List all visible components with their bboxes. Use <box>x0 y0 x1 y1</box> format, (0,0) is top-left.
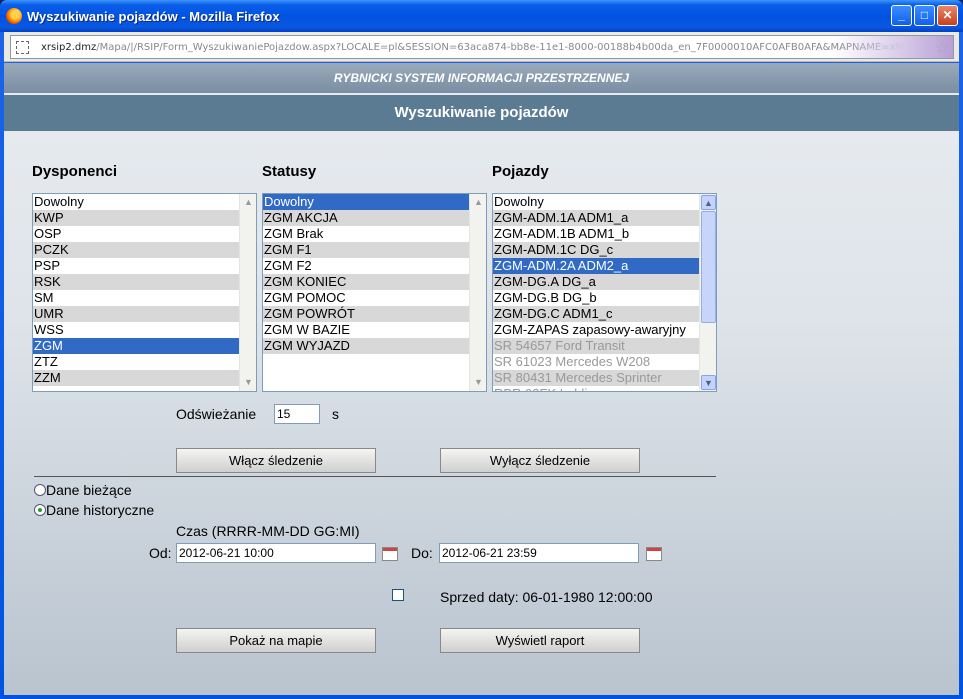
from-date-input[interactable]: 2012-06-21 10:00 <box>176 543 376 563</box>
since-date-checkbox[interactable] <box>392 589 404 601</box>
refresh-label: Odświeżanie <box>176 406 257 422</box>
list-item[interactable]: SM <box>33 290 239 306</box>
scroll-up-icon[interactable]: ▲ <box>471 195 486 210</box>
list-item[interactable]: ZGM F2 <box>263 258 469 274</box>
list-item[interactable]: WSS <box>33 322 239 338</box>
page-title: Wyszukiwanie pojazdów <box>4 95 959 131</box>
list-item[interactable]: ZGM KONIEC <box>263 274 469 290</box>
list-item[interactable]: Dowolny <box>33 194 239 210</box>
list-item[interactable]: SR 61023 Mercedes W208 <box>493 354 699 370</box>
url-text: xrsip2.dmz/Mapa/|/RSIP/Form_Wyszukiwanie… <box>41 42 954 53</box>
browser-window: Wyszukiwanie pojazdów - Mozilla Firefox … <box>0 0 963 699</box>
list-item[interactable]: ZGM-ADM.1A ADM1_a <box>493 210 699 226</box>
current-data-label: Dane bieżące <box>46 482 132 498</box>
maximize-button[interactable]: □ <box>914 5 935 26</box>
scrollbar[interactable]: ▲ ▼ <box>699 194 716 391</box>
list-item[interactable]: SR 80431 Mercedes Sprinter <box>493 370 699 386</box>
list-item[interactable]: RBR 03FK Lublin <box>493 386 699 391</box>
show-report-button[interactable]: Wyświetl raport <box>440 628 640 653</box>
scroll-down-icon[interactable]: ▼ <box>701 375 716 390</box>
dysponenci-listbox[interactable]: Dowolny KWP OSP PCZK PSP RSK SM UMR WSS ZGM ZTZ ZZM… <box>32 193 257 392</box>
divider <box>34 476 716 477</box>
show-on-map-button[interactable]: Pokaż na mapie <box>176 628 376 653</box>
scroll-down-icon[interactable]: ▼ <box>241 375 256 390</box>
close-button[interactable]: ✕ <box>937 5 958 26</box>
list-item[interactable]: SR 54657 Ford Transit <box>493 338 699 354</box>
list-item[interactable]: ZGM <box>33 338 239 354</box>
pojazdy-label: Pojazdy <box>492 163 549 180</box>
list-item[interactable]: ZGM POWRÓT <box>263 306 469 322</box>
list-item[interactable]: ZGM AKCJA <box>263 210 469 226</box>
scrollbar[interactable]: ▲ ▼ <box>239 194 256 391</box>
list-item[interactable]: PSP <box>33 258 239 274</box>
list-item[interactable]: ZGM-ADM.1C DG_c <box>493 242 699 258</box>
list-item[interactable]: KWP <box>33 210 239 226</box>
title-bar[interactable]: Wyszukiwanie pojazdów - Mozilla Firefox … <box>0 0 963 32</box>
calendar-icon[interactable] <box>646 547 662 561</box>
list-item[interactable]: ZGM-DG.C ADM1_c <box>493 306 699 322</box>
scroll-thumb[interactable] <box>701 211 716 323</box>
list-item[interactable]: Dowolny <box>263 194 469 210</box>
historic-data-radio[interactable] <box>34 504 46 516</box>
statusy-listbox[interactable]: Dowolny ZGM AKCJA ZGM Brak ZGM F1 ZGM F2 ZGM … <box>262 193 487 392</box>
list-item[interactable]: ZGM POMOC <box>263 290 469 306</box>
window-title: Wyszukiwanie pojazdów - Mozilla Firefox <box>27 9 280 24</box>
list-item[interactable]: RSK <box>33 274 239 290</box>
to-date-input[interactable]: 2012-06-21 23:59 <box>439 543 639 563</box>
refresh-unit: s <box>332 406 339 422</box>
statusy-label: Statusy <box>262 163 317 180</box>
minimize-button[interactable]: _ <box>891 5 912 26</box>
scroll-down-icon[interactable]: ▼ <box>471 375 486 390</box>
url-field[interactable]: xrsip2.dmz/Mapa/|/RSIP/Form_Wyszukiwanie… <box>10 35 954 59</box>
list-item[interactable]: ZGM-DG.A DG_a <box>493 274 699 290</box>
list-item[interactable]: ZGM WYJAZD <box>263 338 469 354</box>
firefox-icon <box>6 8 22 24</box>
list-item[interactable]: OSP <box>33 226 239 242</box>
list-item[interactable]: ZGM-ZAPAS zapasowy-awaryjny <box>493 322 699 338</box>
list-item[interactable]: ZGM F1 <box>263 242 469 258</box>
page-content: RYBNICKI SYSTEM INFORMACJI PRZESTRZENNEJ… <box>4 63 959 695</box>
scroll-up-icon[interactable]: ▲ <box>701 195 716 210</box>
track-off-button[interactable]: Wyłącz śledzenie <box>440 448 640 473</box>
from-label: Od: <box>149 545 172 561</box>
refresh-input[interactable]: 15 <box>274 404 320 424</box>
pojazdy-listbox[interactable]: Dowolny ZGM-ADM.1A ADM1_a ZGM-ADM.1B ADM1_… <box>492 193 717 392</box>
list-item[interactable]: ZGM-ADM.2A ADM2_a <box>493 258 699 274</box>
list-item[interactable]: ZZM <box>33 370 239 386</box>
system-header: RYBNICKI SYSTEM INFORMACJI PRZESTRZENNEJ <box>4 63 959 93</box>
address-bar: xrsip2.dmz/Mapa/|/RSIP/Form_Wyszukiwanie… <box>4 32 959 62</box>
list-item[interactable]: UMR <box>33 306 239 322</box>
scroll-up-icon[interactable]: ▲ <box>241 195 256 210</box>
list-item[interactable]: ZGM-DG.B DG_b <box>493 290 699 306</box>
track-on-button[interactable]: Włącz śledzenie <box>176 448 376 473</box>
page-icon <box>16 41 29 54</box>
current-data-radio[interactable] <box>34 484 46 496</box>
list-item[interactable]: PCZK <box>33 242 239 258</box>
dysponenci-label: Dysponenci <box>32 163 118 180</box>
list-item[interactable]: ZGM Brak <box>263 226 469 242</box>
list-item[interactable]: ZGM-ADM.1B ADM1_b <box>493 226 699 242</box>
to-label: Do: <box>411 545 433 561</box>
time-format-label: Czas (RRRR-MM-DD GG:MI) <box>176 523 360 539</box>
list-item[interactable]: Dowolny <box>493 194 699 210</box>
since-date-label: Sprzed daty: 06-01-1980 12:00:00 <box>440 589 653 605</box>
bookmark-star-icon[interactable]: ☆ <box>935 38 949 58</box>
list-item[interactable]: ZGM W BAZIE <box>263 322 469 338</box>
list-item[interactable]: ZTZ <box>33 354 239 370</box>
calendar-icon[interactable] <box>382 547 398 561</box>
historic-data-label: Dane historyczne <box>46 502 155 518</box>
scrollbar[interactable]: ▲ ▼ <box>469 194 486 391</box>
